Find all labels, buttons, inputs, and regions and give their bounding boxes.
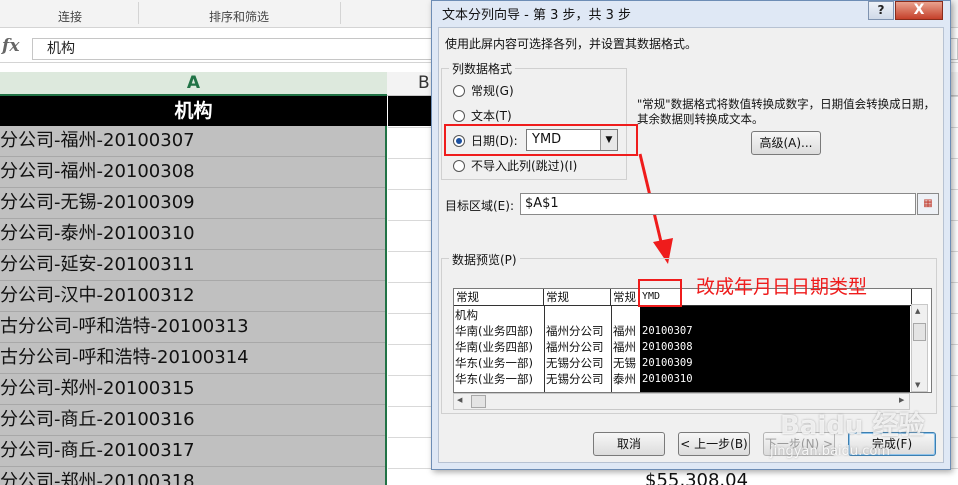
preview-cell: 无锡分公司 (546, 356, 604, 370)
baidu-watermark-url: jingyan.baidu.com (770, 444, 890, 459)
ribbon-separator (138, 2, 139, 24)
column-format-label: 列数据格式 (449, 60, 516, 77)
screen: 连接 排序和筛选 fx 机构 A B 机构 分公司-福州-20100307 分公… (0, 0, 958, 485)
scroll-right-icon[interactable]: ▶ (899, 396, 904, 404)
format-description: "常规"数据格式将数值转换成数字，日期值会转换成日期，其余数据则转换成文本。 (637, 97, 936, 126)
table-row[interactable]: 分公司-福州-20100307 (0, 126, 385, 157)
scroll-thumb[interactable] (471, 395, 486, 408)
table-row[interactable]: 古分公司-呼和浩特-20100313 (0, 312, 385, 343)
scroll-left-icon[interactable]: ◀ (457, 396, 462, 404)
radio-skip-label: 不导入此列(跳过)(I) (471, 159, 578, 173)
preview-column-header[interactable]: 常规 (611, 289, 640, 306)
dialog-instruction: 使用此屏内容可选择各列，并设置其数据格式。 (445, 37, 698, 51)
radio-general[interactable]: 常规(G) (453, 83, 514, 99)
ribbon-group-sort-filter: 排序和筛选 (209, 10, 270, 24)
preview-cell: 20100307 (642, 325, 693, 337)
preview-cell: 20100308 (642, 341, 693, 353)
baidu-watermark-logo: Baidu 经验 (780, 411, 925, 441)
preview-cell: 福州分公司 (546, 324, 604, 338)
table-row[interactable]: 分公司-无锡-20100309 (0, 188, 385, 219)
ribbon-separator (340, 2, 341, 24)
fx-icon[interactable]: fx (2, 36, 19, 56)
radio-button[interactable] (453, 85, 465, 97)
annotation-text: 改成年月日日期类型 (696, 276, 868, 298)
preview-column-header[interactable]: 常规 (454, 289, 544, 306)
table-row[interactable]: 分公司-郑州-20100318 (0, 467, 385, 485)
dialog-title: 文本分列向导 - 第 3 步，共 3 步 (442, 8, 632, 23)
cancel-button[interactable]: 取消 (593, 432, 665, 456)
table-row[interactable]: 分公司-延安-20100311 (0, 250, 385, 281)
preview-cell: 福州 (613, 324, 636, 338)
column-header-a[interactable]: A (0, 72, 387, 96)
radio-text-label: 文本(T) (471, 109, 512, 123)
ribbon-group-connect: 连接 (58, 10, 83, 24)
preview-cell: 泰州 (613, 372, 636, 386)
help-button[interactable]: ? (868, 1, 894, 20)
destination-label: 目标区域(E): (445, 199, 514, 213)
radio-general-label: 常规(G) (471, 84, 514, 98)
data-preview-table[interactable]: 常规 常规 常规 YMD 机构 华南(业务四部) 福州分公司 福州 201003… (453, 288, 932, 393)
scroll-down-icon[interactable]: ▼ (915, 381, 920, 389)
scroll-thumb[interactable] (913, 323, 926, 341)
preview-column-header[interactable]: 常规 (544, 289, 611, 306)
scroll-up-icon[interactable]: ▲ (915, 307, 920, 315)
annotation-highlight-box (638, 279, 682, 307)
preview-cell: 福州分公司 (546, 340, 604, 354)
preview-cell: 华东(业务一部) (455, 356, 533, 370)
table-row[interactable]: 分公司-商丘-20100316 (0, 405, 385, 436)
currency-cell[interactable]: $55,308.04 (645, 470, 748, 485)
preview-cell: 无锡 (613, 356, 636, 370)
radio-skip[interactable]: 不导入此列(跳过)(I) (453, 158, 577, 174)
table-row[interactable]: 分公司-福州-20100308 (0, 157, 385, 188)
destination-input[interactable]: $A$1 (520, 193, 916, 215)
preview-cell: 华东(业务一部) (455, 372, 533, 386)
preview-cell: 无锡分公司 (546, 372, 604, 386)
preview-cell: 华南(业务四部) (455, 324, 533, 338)
table-row[interactable]: 分公司-泰州-20100310 (0, 219, 385, 250)
preview-cell: 华南(业务四部) (455, 340, 533, 354)
preview-cell: 机构 (455, 308, 478, 322)
table-row[interactable]: 分公司-郑州-20100315 (0, 374, 385, 405)
preview-cell: 福州 (613, 340, 636, 354)
radio-text[interactable]: 文本(T) (453, 108, 512, 124)
preview-cell: 20100309 (642, 357, 693, 369)
preview-cell: 20100310 (642, 373, 693, 385)
radio-button[interactable] (453, 110, 465, 122)
table-row[interactable]: 古分公司-呼和浩特-20100314 (0, 343, 385, 374)
data-preview-label: 数据预览(P) (449, 251, 520, 268)
table-row[interactable]: 分公司-汉中-20100312 (0, 281, 385, 312)
annotation-highlight-box (444, 124, 638, 156)
back-button[interactable]: < 上一步(B) (678, 432, 750, 456)
range-selector-icon[interactable]: ▦ (917, 193, 939, 215)
radio-button[interactable] (453, 160, 465, 172)
header-cell-b1[interactable] (388, 96, 433, 126)
header-cell-a1[interactable]: 机构 (0, 96, 387, 126)
selected-column-a[interactable]: 分公司-福州-20100307 分公司-福州-20100308 分公司-无锡-2… (0, 126, 387, 485)
preview-vertical-scrollbar[interactable]: ▲ ▼ (911, 304, 928, 392)
close-button[interactable]: X (895, 1, 943, 20)
table-row[interactable]: 分公司-商丘-20100317 (0, 436, 385, 467)
advanced-button[interactable]: 高级(A)... (751, 131, 821, 155)
